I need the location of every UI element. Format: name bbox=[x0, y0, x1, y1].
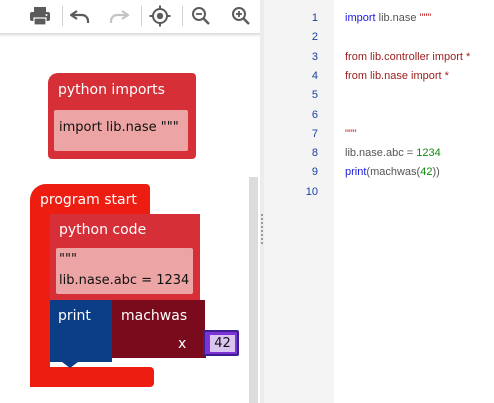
line-number: 7 bbox=[311, 128, 318, 140]
toolbar bbox=[0, 0, 260, 33]
code-token: from lib.nase import * bbox=[345, 70, 449, 82]
python-imports-code: import lib.nase """ bbox=[59, 120, 179, 135]
print-label: print bbox=[58, 308, 91, 324]
code-token: lib.nase.abc = bbox=[345, 147, 417, 159]
code-token: print bbox=[345, 166, 367, 178]
python-imports-title: python imports bbox=[58, 82, 165, 98]
code-token: lib.nase bbox=[375, 12, 420, 24]
python-code-title: python code bbox=[59, 222, 147, 238]
line-number: 4 bbox=[311, 70, 318, 82]
code-line[interactable]: lib.nase.abc = 1234 bbox=[345, 147, 441, 159]
toolbar-separator bbox=[141, 6, 142, 26]
line-number: 1 bbox=[311, 12, 318, 24]
toolbar-separator bbox=[62, 6, 63, 26]
code-token: from lib.controller import * bbox=[345, 51, 471, 63]
python-imports-block[interactable]: python imports import lib.nase """ bbox=[48, 73, 196, 159]
program-start-title: program start bbox=[40, 192, 137, 208]
divider-grip-icon[interactable] bbox=[261, 214, 263, 244]
code-token: )) bbox=[432, 166, 440, 178]
python-code-block[interactable]: python code """ lib.nase.abc = 1234 bbox=[50, 214, 200, 300]
python-code-field[interactable]: """ lib.nase.abc = 1234 bbox=[56, 248, 193, 294]
line-number: 10 bbox=[305, 186, 318, 198]
code-token: 42 bbox=[420, 166, 433, 178]
code-token: (machwas( bbox=[366, 166, 421, 178]
code-editor[interactable]: 1 2 3 4 5 6 7 8 9 10 import lib.nase """ from lib.… bbox=[264, 0, 494, 403]
toolbar-separator bbox=[182, 6, 183, 26]
line-number-gutter: 1 2 3 4 5 6 7 8 9 10 bbox=[264, 0, 334, 403]
code-line[interactable]: import lib.nase """ bbox=[345, 12, 431, 24]
code-token: import bbox=[345, 12, 376, 24]
code-line[interactable]: """ bbox=[345, 128, 357, 140]
code-token: """ bbox=[419, 12, 432, 24]
code-line[interactable]: print(machwas(42)) bbox=[345, 166, 440, 178]
python-imports-code-field[interactable]: import lib.nase """ bbox=[54, 110, 188, 151]
line-number: 6 bbox=[311, 109, 318, 121]
python-code-line-1: """ bbox=[59, 252, 77, 267]
line-number: 8 bbox=[311, 147, 318, 159]
python-code-line-2: lib.nase.abc = 1234 bbox=[59, 273, 190, 288]
zoom-in-icon[interactable] bbox=[226, 2, 256, 30]
code-token: 1234 bbox=[416, 147, 441, 159]
redo-icon[interactable] bbox=[104, 2, 134, 30]
print-block[interactable]: print bbox=[50, 300, 112, 362]
machwas-label: machwas bbox=[121, 308, 188, 324]
program-start-spine bbox=[30, 212, 50, 387]
number-block[interactable]: 42 bbox=[203, 330, 239, 356]
block-workspace[interactable]: python imports import lib.nase """ progr… bbox=[0, 37, 260, 403]
code-line[interactable]: from lib.controller import * bbox=[345, 51, 470, 63]
blocks-pane: python imports import lib.nase """ progr… bbox=[0, 0, 260, 403]
machwas-param-label: x bbox=[178, 336, 187, 352]
line-number: 2 bbox=[311, 31, 318, 43]
line-number: 9 bbox=[311, 166, 318, 178]
number-value[interactable]: 42 bbox=[210, 335, 235, 352]
print-icon[interactable] bbox=[25, 2, 55, 30]
undo-icon[interactable] bbox=[65, 2, 95, 30]
workspace-scrollbar[interactable] bbox=[249, 177, 258, 403]
line-number: 3 bbox=[311, 51, 318, 63]
target-icon[interactable] bbox=[145, 2, 175, 30]
line-number: 5 bbox=[311, 89, 318, 101]
code-line[interactable]: from lib.nase import * bbox=[345, 70, 449, 82]
code-token: """ bbox=[345, 128, 357, 140]
machwas-param: x bbox=[170, 332, 206, 358]
program-start-footer bbox=[30, 367, 154, 387]
zoom-out-icon[interactable] bbox=[186, 2, 216, 30]
program-start-block[interactable]: program start bbox=[30, 184, 150, 214]
